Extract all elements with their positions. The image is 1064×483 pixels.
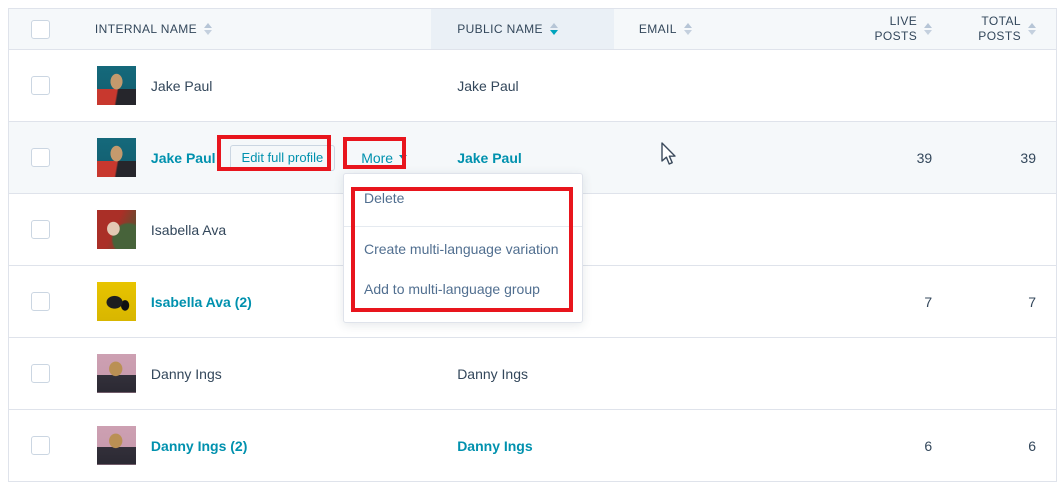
row-checkbox[interactable] — [31, 148, 50, 167]
menu-item-create-multi-language-variation[interactable]: Create multi-language variation — [344, 239, 582, 259]
sort-icon[interactable] — [1028, 23, 1036, 35]
table-row: Jake Paul Jake Paul — [9, 49, 1056, 121]
sort-icon[interactable] — [684, 23, 692, 35]
author-avatar — [97, 210, 136, 249]
sort-icon[interactable] — [204, 23, 212, 35]
total-posts-value: 6 — [1028, 438, 1036, 454]
internal-name-link[interactable]: Jake Paul — [151, 150, 216, 166]
column-header-internal-name[interactable]: INTERNAL NAME — [65, 9, 431, 49]
live-posts-value: 7 — [924, 294, 932, 310]
internal-name-link[interactable]: Isabella Ava — [151, 222, 226, 238]
author-avatar — [97, 138, 136, 177]
public-name: Danny Ings — [457, 366, 528, 382]
internal-name-link[interactable]: Jake Paul — [151, 78, 212, 94]
total-posts-value: 7 — [1028, 294, 1036, 310]
total-posts-value: 39 — [1020, 150, 1036, 166]
column-label: PUBLIC NAME — [457, 22, 543, 36]
authors-table-page: INTERNAL NAME PUBLIC NAME EMAIL LIVE POS… — [0, 0, 1064, 483]
column-label: INTERNAL NAME — [95, 22, 197, 36]
internal-name-link[interactable]: Isabella Ava (2) — [151, 294, 252, 310]
public-name-link[interactable]: Danny Ings — [457, 438, 532, 454]
table-header-row: INTERNAL NAME PUBLIC NAME EMAIL LIVE POS… — [9, 9, 1056, 49]
menu-item-delete[interactable]: Delete — [344, 188, 582, 208]
row-checkbox[interactable] — [31, 292, 50, 311]
live-posts-value: 6 — [924, 438, 932, 454]
more-label: More — [361, 150, 393, 166]
menu-item-add-to-multi-language-group[interactable]: Add to multi-language group — [344, 279, 582, 299]
live-posts-value: 39 — [917, 150, 933, 166]
column-label: EMAIL — [639, 22, 677, 36]
column-header-public-name[interactable]: PUBLIC NAME — [431, 9, 614, 49]
more-dropdown-button[interactable]: More — [361, 150, 407, 166]
column-label: LIVE POSTS — [873, 14, 917, 44]
row-checkbox[interactable] — [31, 364, 50, 383]
row-checkbox[interactable] — [31, 76, 50, 95]
author-avatar — [97, 354, 136, 393]
author-avatar — [97, 282, 136, 321]
column-header-total-posts[interactable]: TOTAL POSTS — [946, 9, 1056, 49]
author-avatar — [97, 426, 136, 465]
more-dropdown-menu: Delete Create multi-language variation A… — [343, 173, 583, 323]
author-avatar — [97, 66, 136, 105]
caret-down-icon — [399, 155, 407, 160]
table-row: Danny Ings Danny Ings — [9, 337, 1056, 409]
column-header-email[interactable]: EMAIL — [614, 9, 800, 49]
select-all-checkbox[interactable] — [31, 20, 50, 39]
sort-icon[interactable] — [924, 23, 932, 35]
menu-divider — [344, 226, 582, 227]
row-checkbox[interactable] — [31, 220, 50, 239]
table-row: Danny Ings (2) Danny Ings 6 6 — [9, 409, 1056, 481]
row-checkbox[interactable] — [31, 436, 50, 455]
header-select-all-cell — [9, 9, 65, 49]
sort-icon-active-desc[interactable] — [550, 23, 558, 35]
public-name-link[interactable]: Jake Paul — [457, 150, 522, 166]
public-name: Jake Paul — [457, 78, 518, 94]
column-header-live-posts[interactable]: LIVE POSTS — [799, 9, 946, 49]
column-label: TOTAL POSTS — [973, 14, 1021, 44]
internal-name-link[interactable]: Danny Ings (2) — [151, 438, 247, 454]
internal-name-link[interactable]: Danny Ings — [151, 366, 222, 382]
edit-full-profile-button[interactable]: Edit full profile — [230, 145, 336, 171]
